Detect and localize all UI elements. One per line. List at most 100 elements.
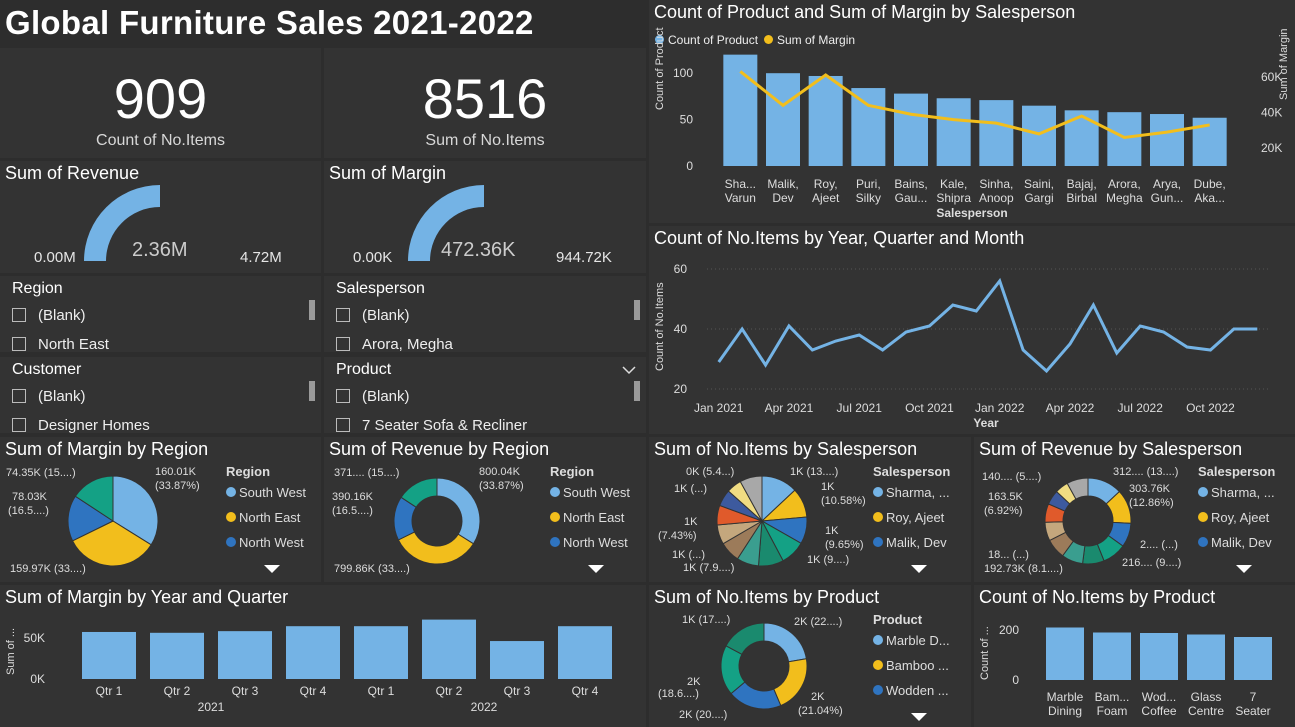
customer-slicer[interactable]: Customer (Blank) Designer Homes (0, 357, 321, 433)
checkbox[interactable] (336, 308, 350, 322)
combo-chart-card[interactable]: Count of Product and Sum of Margin by Sa… (649, 0, 1295, 223)
checkbox[interactable] (336, 389, 350, 403)
data-label: (9.65%) (825, 539, 864, 551)
line-chart-card[interactable]: Count of No.Items by Year, Quarter and M… (649, 226, 1295, 434)
checkbox[interactable] (336, 337, 350, 351)
margin-quarter-bar-card[interactable]: Sum of Margin by Year and Quarter 0K 50K S… (0, 585, 646, 727)
option-label: 7 Seater Sofa & Recliner (362, 417, 528, 433)
data-label: (16.5....) (8, 505, 49, 517)
x-tick-label: Kale, (940, 177, 967, 191)
customer-option-blank[interactable]: (Blank) (12, 388, 86, 405)
region-slicer-header: Region (12, 280, 63, 297)
data-label: 2.... (...) (1140, 539, 1178, 551)
revenue-gauge-value: 2.36M (132, 239, 188, 261)
revenue-gauge-card[interactable]: Sum of Revenue 0.00M 2.36M 4.72M (0, 161, 321, 273)
customer-scrollbar[interactable] (309, 381, 315, 401)
kpi-count-card[interactable]: 909 Count of No.Items (0, 48, 321, 158)
revenue-region-pie-card[interactable]: Sum of Revenue by Region 800.04K (33.87%)… (324, 437, 646, 582)
items-salesperson-pie-card[interactable]: Sum of No.Items by Salesperson 0K (5.4..… (649, 437, 971, 582)
line-chart: 20 40 60 Jan 2021 Apr 2021 Jul 2021 Oct 2021 Ja… (654, 262, 1269, 430)
x-tick-label: Birbal (1066, 191, 1097, 205)
x-tick-label: Gargi (1024, 191, 1053, 205)
y-tick-label: 100 (673, 66, 693, 80)
legend-label: North East (563, 510, 625, 525)
legend-title: Salesperson (1198, 464, 1275, 479)
data-label: 0K (5.4...) (686, 466, 734, 478)
margin-gauge-min: 0.00K (353, 249, 393, 266)
checkbox[interactable] (12, 337, 26, 351)
x-tick-label: Roy, (814, 177, 838, 191)
x-tick-label: 7 (1250, 690, 1257, 704)
salesperson-option-blank[interactable]: (Blank) (336, 307, 410, 324)
x-tick-label: Qtr 2 (164, 684, 191, 698)
salesperson-slicer[interactable]: Salesperson (Blank) Arora, Megha (324, 276, 646, 352)
x-axis-label: Salesperson (936, 206, 1007, 220)
data-label: 160.01K (155, 466, 197, 478)
x-tick-label: Wod... (1142, 690, 1176, 704)
product-option-blank[interactable]: (Blank) (336, 388, 410, 405)
bar-margin-quarter (422, 619, 476, 679)
customer-option-2[interactable]: Designer Homes (12, 417, 150, 433)
bar-count-product (1107, 112, 1142, 166)
legend-dot (1198, 487, 1208, 497)
x-tick-label: Ajeet (812, 191, 840, 205)
legend-title: Region (226, 464, 270, 479)
bar-count-product (979, 100, 1014, 166)
bar-count-product (851, 88, 886, 166)
data-label: (12.86%) (1129, 497, 1174, 509)
legend-label: Malik, Dev (886, 535, 947, 550)
margin-gauge-card[interactable]: Sum of Margin 0.00K 472.36K 944.72K (324, 161, 646, 273)
region-option-2[interactable]: North East (12, 336, 109, 352)
y-tick-label: 50 (680, 113, 694, 127)
data-label: 1K (9....) (807, 554, 849, 566)
data-label: 2K (22....) (794, 616, 842, 628)
data-label: (16.5....) (332, 505, 373, 517)
y-axis-label: Count of ... (979, 626, 991, 680)
checkbox[interactable] (12, 418, 26, 432)
revenue-region-donut: 800.04K (33.87%) 371.... (15....) 390.16K (1… (332, 464, 630, 575)
data-label: 192.73K (8.1....) (984, 563, 1063, 575)
data-label: (18.6....) (658, 688, 699, 700)
data-label: (10.58%) (821, 495, 866, 507)
x-axis-label: Year (973, 416, 999, 430)
checkbox[interactable] (336, 418, 350, 432)
option-label: (Blank) (362, 307, 410, 324)
y-axis-label: Count of Product (654, 27, 666, 110)
salesperson-option-2[interactable]: Arora, Megha (336, 336, 453, 352)
bar-margin-quarter (218, 631, 272, 679)
x-group-label: 2021 (198, 700, 225, 714)
checkbox[interactable] (12, 308, 26, 322)
x-tick-label: Foam (1097, 704, 1128, 718)
x-tick-label: Gun... (1151, 191, 1184, 205)
checkbox[interactable] (12, 389, 26, 403)
customer-slicer-header: Customer (12, 361, 82, 378)
data-label: 1K (...) (674, 483, 707, 495)
pie-slice (773, 658, 808, 707)
bar-items-product (1234, 637, 1272, 680)
x-tick-label: Apr 2022 (1046, 401, 1095, 415)
x-tick-label: Dube, (1194, 177, 1226, 191)
x-tick-label: Megha (1106, 191, 1143, 205)
product-slicer[interactable]: Product (Blank) 7 Seater Sofa & Recliner (324, 357, 646, 433)
data-label: 18... (...) (988, 549, 1029, 561)
items-product-pie-card[interactable]: Sum of No.Items by Product 1K (17....) 2K… (649, 585, 971, 727)
items-product-bar-card[interactable]: Count of No.Items by Product 0 200 Count o… (974, 585, 1295, 727)
margin-region-pie-card[interactable]: Sum of Margin by Region 160.01K (33.87%) 7… (0, 437, 321, 582)
x-tick-label: Glass (1191, 690, 1222, 704)
product-scrollbar[interactable] (634, 381, 640, 401)
x-tick-label: Arya, (1153, 177, 1181, 191)
chevron-down-icon[interactable] (622, 365, 636, 375)
data-label: 163.5K (988, 491, 1024, 503)
legend-label: Sharma, ... (1211, 485, 1275, 500)
region-option-blank[interactable]: (Blank) (12, 307, 86, 324)
kpi-sum-card[interactable]: 8516 Sum of No.Items (324, 48, 646, 158)
legend-more-arrow (911, 565, 927, 573)
region-slicer[interactable]: Region (Blank) North East (0, 276, 321, 352)
product-option-2[interactable]: 7 Seater Sofa & Recliner (336, 417, 527, 433)
salesperson-scrollbar[interactable] (634, 300, 640, 320)
combo-chart: 05010020K40K60KCount of Product Sum of Ma… (654, 27, 1290, 220)
legend-title: Salesperson (873, 464, 950, 479)
revenue-salesperson-pie-card[interactable]: Sum of Revenue by Salesperson 140.... (5… (974, 437, 1295, 582)
legend-dot (873, 660, 883, 670)
region-scrollbar[interactable] (309, 300, 315, 320)
